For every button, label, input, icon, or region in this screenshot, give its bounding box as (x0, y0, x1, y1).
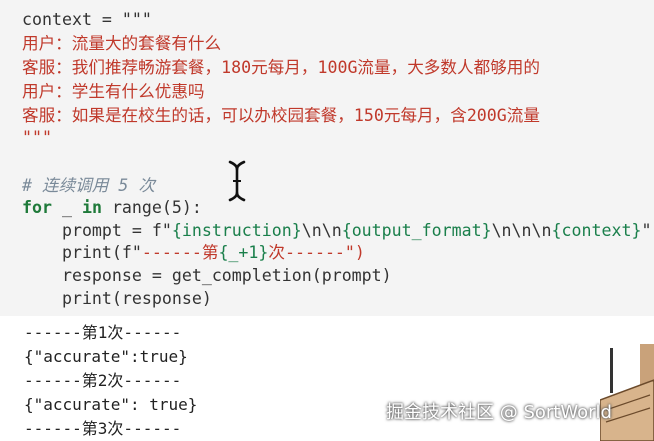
output-line-1: ------第1次------ (24, 323, 182, 342)
print-response-line: print(response) (22, 289, 212, 308)
print-call: print(f" (22, 243, 142, 262)
for-keyword: for (22, 198, 52, 217)
output-line-2: {"accurate":true} (24, 347, 188, 366)
prompt-quote-end: " (641, 221, 652, 240)
range-call: range(5): (101, 198, 202, 217)
output-line-5: ------第3次------ (24, 419, 182, 438)
output-line-4: {"accurate": true} (24, 395, 198, 414)
newline-escape-2: \n\n\n (491, 221, 552, 240)
response-line: response = get_completion(prompt) (22, 266, 392, 285)
for-loop-line: for _ in range(5): (22, 197, 202, 219)
dialog-line-3: 用户：学生有什么优惠吗 (22, 82, 205, 101)
code-cell[interactable]: context = """ 用户：流量大的套餐有什么 客服：我们推荐畅游套餐，1… (0, 0, 654, 316)
output-line-3: ------第2次------ (24, 371, 182, 390)
dialog-line-4: 客服：如果是在校生的话，可以办校园套餐，150元每月，含200G流量 (22, 106, 540, 125)
context-assign-line: context = """ (22, 10, 152, 29)
context-placeholder: {context} (551, 221, 642, 240)
output-format-placeholder: {output_format} (341, 221, 492, 240)
in-keyword: in (81, 198, 102, 217)
code-comment: # 连续调用 5 次 (22, 176, 155, 195)
newline-escape-1: \n\n (301, 221, 342, 240)
print-header-line: print(f"------第{_+1}次------") (22, 242, 365, 264)
prompt-assign: prompt = f" (22, 221, 172, 240)
text-cursor-icon (228, 160, 246, 202)
print-prefix: ------第 (141, 243, 219, 262)
index-placeholder: {_+1} (218, 243, 269, 262)
instruction-placeholder: {instruction} (171, 221, 302, 240)
dialog-line-1: 用户：流量大的套餐有什么 (22, 34, 222, 53)
context-close-line: """ (22, 128, 52, 147)
loop-variable: _ (51, 198, 82, 217)
dialog-line-2: 客服：我们推荐畅游套餐，180元每月，100G流量，大多数人都够用的 (22, 58, 540, 77)
prompt-line: prompt = f"{instruction}\n\n{output_form… (22, 220, 651, 242)
character-illustration-icon (600, 344, 654, 441)
watermark: 掘金技术社区 @ SortWorld (386, 402, 612, 423)
print-suffix: 次------") (268, 243, 365, 262)
